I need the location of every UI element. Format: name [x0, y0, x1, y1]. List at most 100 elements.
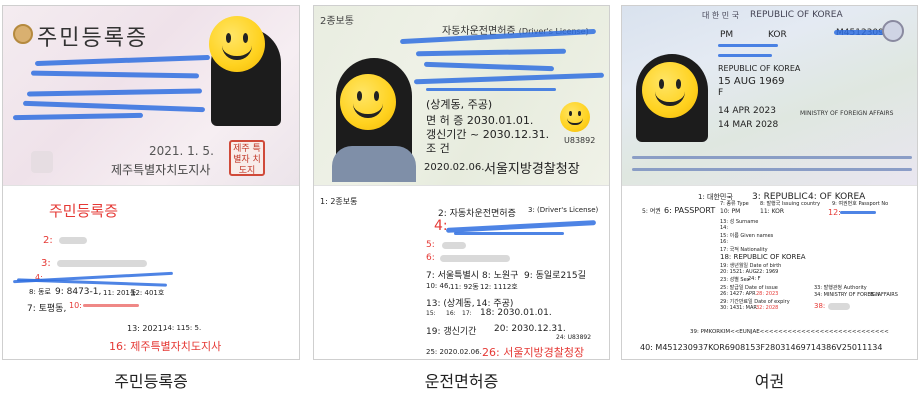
- field-7: 7: 종류 Type: [720, 201, 749, 207]
- id-card-panel: 주민등록증 2021. 1. 5. 제주특별자치도지사 제주 특별자 치도지 주…: [2, 5, 300, 360]
- passport-expiry: 14 MAR 2028: [718, 120, 779, 130]
- portrait-shirt: [332, 146, 416, 182]
- field-19: 19: 생년월일 Date of birth: [720, 263, 782, 269]
- blurred-text: [442, 242, 466, 249]
- field-13: 13: (상계동,: [426, 299, 475, 309]
- field-19: 19: 갱신기간: [426, 327, 477, 337]
- field-15: 15: 5.: [181, 324, 202, 332]
- field-7: 7: 토평동,: [27, 304, 67, 314]
- mrz-line-1: [632, 156, 912, 159]
- field-31: 31: MAR: [736, 305, 757, 311]
- passport-birth: 15 AUG 1969: [718, 76, 785, 87]
- field-26: 26: 서울지방경찰청장: [482, 346, 585, 359]
- field-2: 2:: [43, 235, 53, 246]
- field-6: 6:: [426, 253, 435, 263]
- field-26: 26: 14: [720, 291, 736, 297]
- field-25: 25: 발급일 Date of issue: [720, 285, 778, 291]
- field-15: 15: 이름 Given names: [720, 233, 774, 239]
- redaction-scribble: [718, 44, 778, 47]
- license-address-line: (상계동, 주공): [426, 98, 493, 111]
- blurred-text: [828, 303, 850, 310]
- field-14: 14:: [720, 225, 729, 231]
- license-panel: 2종보통 자동차운전면허증 (Driver's License) (상계동, 주…: [313, 5, 610, 360]
- redaction-scribble: [83, 304, 139, 307]
- redaction-scribble: [34, 54, 211, 67]
- redaction-scribble: [718, 54, 772, 57]
- field-1: 1: 2종보통: [320, 197, 358, 206]
- field-5: 5: 여권: [642, 208, 661, 215]
- field-33: 33: 발행관청 Authority: [814, 285, 867, 291]
- field-17: 17: 국적 Nationality: [720, 247, 768, 253]
- field-20: 20: 15: [720, 269, 736, 275]
- passport-panel: 대 한 민 국 REPUBLIC OF KOREA PM KOR M451230…: [621, 5, 918, 360]
- field-12: 12: 401호: [131, 289, 165, 297]
- field-9: 9: 8473-1,: [55, 287, 102, 297]
- license-condition: 조 건: [426, 142, 450, 155]
- face-emoji-icon: [642, 62, 698, 118]
- redaction-scribble: [16, 278, 168, 287]
- redaction-scribble: [415, 48, 567, 57]
- license-image: 2종보통 자동차운전면허증 (Driver's License) (상계동, 주…: [314, 6, 609, 185]
- field-15: 15:: [426, 310, 436, 317]
- id-card-image: 주민등록증 2021. 1. 5. 제주특별자치도지사 제주 특별자 치도지: [3, 6, 299, 185]
- field-11: 11: KOR: [760, 208, 785, 215]
- caption-passport: 여권: [754, 372, 785, 391]
- field-20: 20: 2030.12.31.: [494, 324, 566, 334]
- redaction-scribble: [454, 232, 564, 235]
- field-8: 8: 동로: [29, 288, 51, 296]
- field-40: 40: M451230937KOR6908153F28031469714386V…: [640, 343, 883, 352]
- face-emoji-icon: [340, 74, 396, 130]
- field-29: 29: 기간만료일 Date of expiry: [720, 299, 790, 305]
- id-card-title: 주민등록증: [37, 26, 149, 51]
- license-issue-date: 2020.02.06.: [424, 162, 485, 173]
- field-1: 주민등록증: [49, 202, 119, 220]
- field-9: 9: 여권번호 Passport No: [832, 201, 889, 207]
- license-code: U83892: [564, 136, 596, 145]
- field-13: 13: 성 Surname: [720, 219, 759, 225]
- blurred-text: [59, 237, 87, 244]
- redaction-scribble: [445, 220, 597, 233]
- field-27: 27: APR: [736, 291, 756, 297]
- passport-emblem-icon: [882, 20, 904, 42]
- field-17: 17:: [462, 310, 472, 317]
- field-10: 10: 46,: [426, 282, 451, 290]
- license-issuer: 서울지방경찰청장: [484, 162, 580, 177]
- field-8: 8: 노원구: [482, 271, 519, 281]
- passport-nationality: REPUBLIC OF KOREA: [718, 64, 801, 73]
- field-11: 11: 92동: [450, 283, 479, 291]
- passport-issue: 14 APR 2023: [718, 106, 776, 116]
- field-21: 21: AUG: [736, 269, 757, 275]
- field-8: 8: 발행국 Issuing country: [760, 201, 821, 207]
- field-13: 13: 2021.: [127, 324, 166, 333]
- id-card-labels: 주민등록증 2: 3: 4: 8: 동로 9: 8473-1, 11: 201동…: [3, 185, 299, 359]
- field-24: 24: F: [748, 276, 761, 282]
- caption-id-card: 주민등록증: [114, 372, 188, 391]
- field-30: 30: 14: [720, 305, 736, 311]
- field-28: 28: 2023: [756, 291, 779, 297]
- field-6: 6: PASSPORT: [664, 206, 716, 215]
- redaction-scribble: [26, 88, 203, 97]
- face-emoji-icon: [209, 16, 265, 72]
- license-labels: 1: 2종보통 2: 자동차운전면허증 3: (Driver's License…: [314, 185, 609, 359]
- field-24: 24: U83892: [556, 334, 592, 341]
- field-25: 25: 2020.02.06.: [426, 348, 482, 356]
- field-23: 23: 성별 Sex: [720, 277, 750, 283]
- blurred-text: [57, 260, 147, 267]
- field-10: 10: PM: [720, 208, 741, 215]
- field-18: 18: 2030.01.01.: [480, 308, 552, 318]
- field-16: 16: 제주특별자치도지사: [109, 340, 222, 353]
- redaction-scribble: [413, 72, 605, 85]
- redaction-scribble: [22, 100, 206, 113]
- field-2: 2: 자동차운전면허증: [438, 209, 516, 219]
- passport-code: KOR: [768, 30, 787, 40]
- license-type: 2종보통: [320, 16, 354, 27]
- field-3: 3: (Driver's License): [528, 206, 599, 214]
- passport-sex: F: [718, 88, 724, 98]
- field-9: 9: 동일로215길: [524, 271, 586, 281]
- redaction-scribble: [423, 61, 555, 72]
- blurred-text: [440, 255, 510, 262]
- field-10: 10:: [69, 301, 82, 310]
- redaction-scribble: [834, 30, 888, 35]
- field-16: 16:: [446, 310, 456, 317]
- passport-image: 대 한 민 국 REPUBLIC OF KOREA PM KOR M451230…: [622, 6, 917, 185]
